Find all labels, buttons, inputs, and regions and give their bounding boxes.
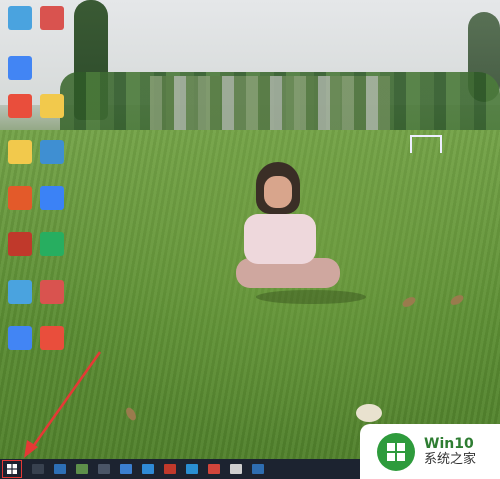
taskbar-app-11[interactable] — [252, 464, 264, 474]
desktop-icon-2[interactable] — [40, 6, 64, 30]
wallpaper-pixelated-area — [150, 76, 390, 132]
taskbar-app-9[interactable] — [208, 464, 220, 474]
taskbar-app-1[interactable] — [32, 464, 44, 474]
taskbar-app-6[interactable] — [142, 464, 154, 474]
desktop-icon-8[interactable] — [8, 186, 32, 210]
desktop-icon-15[interactable] — [40, 326, 64, 350]
watermark-title: Win10 — [424, 435, 474, 452]
desktop-icon-area — [0, 0, 80, 360]
taskbar-app-7[interactable] — [164, 464, 176, 474]
taskbar-app-5[interactable] — [120, 464, 132, 474]
taskbar-app-10[interactable] — [230, 464, 242, 474]
desktop-icon-3[interactable] — [8, 56, 32, 80]
desktop-icon-11[interactable] — [40, 232, 64, 256]
wallpaper-ball — [356, 404, 382, 422]
watermark-subtitle: 系统之家 — [424, 451, 477, 467]
win10-logo-icon — [377, 432, 415, 471]
watermark-badge: Win10 系统之家 — [360, 424, 500, 479]
desktop-icon-4[interactable] — [8, 94, 32, 118]
windows-logo-icon — [7, 464, 17, 474]
start-button[interactable] — [2, 460, 22, 478]
desktop-icon-12[interactable] — [8, 280, 32, 304]
taskbar-app-2[interactable] — [54, 464, 66, 474]
desktop-icon-9[interactable] — [40, 186, 64, 210]
desktop-icon-5[interactable] — [40, 94, 64, 118]
desktop-icon-10[interactable] — [8, 232, 32, 256]
desktop-icon-7[interactable] — [40, 140, 64, 164]
taskbar-app-8[interactable] — [186, 464, 198, 474]
desktop-icon-14[interactable] — [8, 326, 32, 350]
desktop-icon-13[interactable] — [40, 280, 64, 304]
taskbar-app-4[interactable] — [98, 464, 110, 474]
wallpaper-goal — [410, 135, 442, 153]
desktop-icon-6[interactable] — [8, 140, 32, 164]
desktop-icon-1[interactable] — [8, 6, 32, 30]
wallpaper-child-figure — [236, 162, 366, 304]
taskbar-app-3[interactable] — [76, 464, 88, 474]
